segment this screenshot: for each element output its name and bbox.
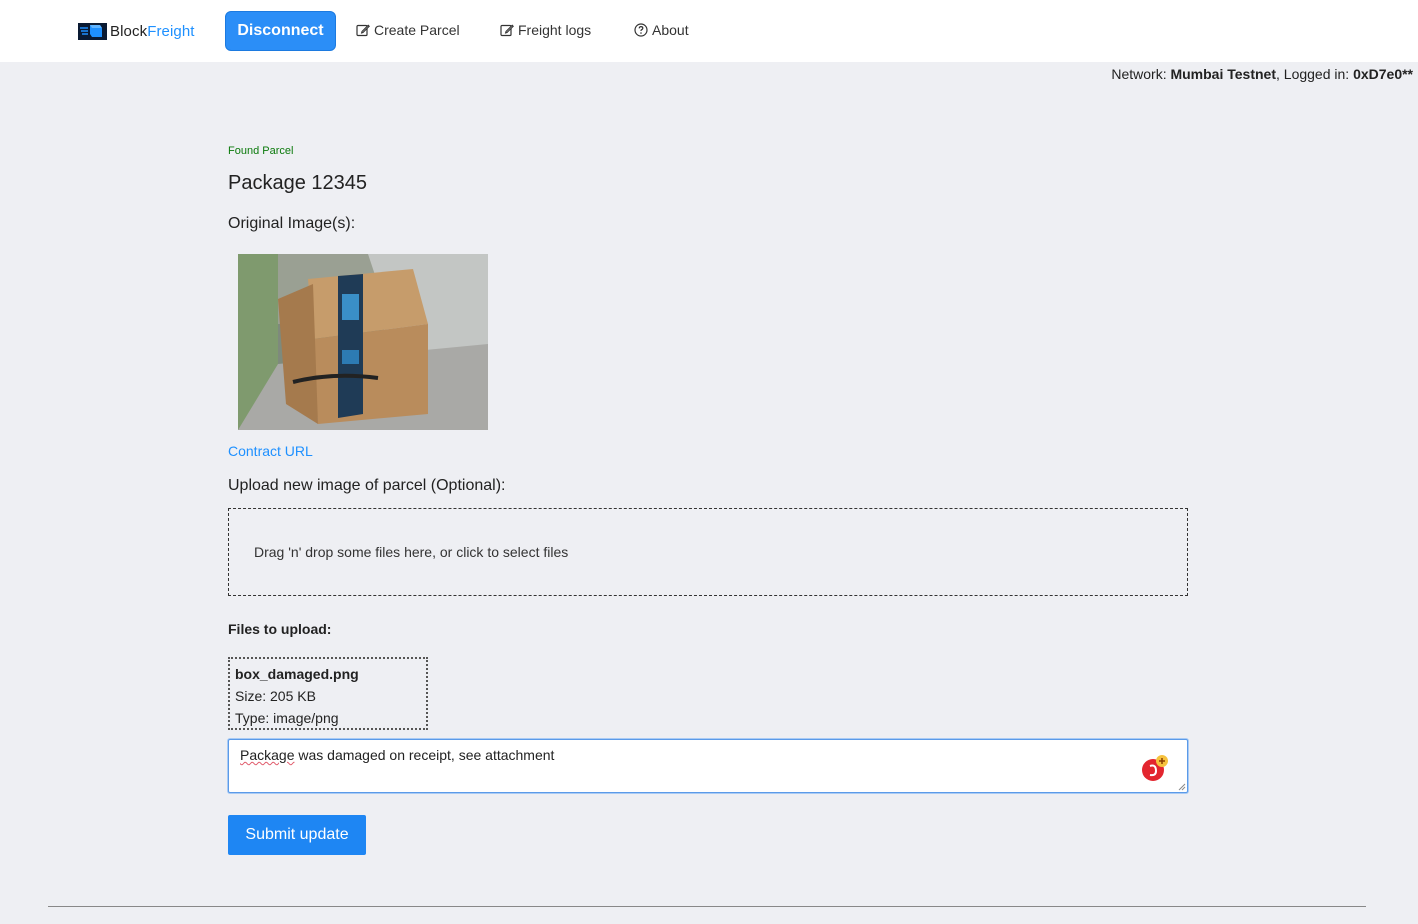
logged-in-label: , Logged in: <box>1276 66 1354 82</box>
edit-icon <box>356 24 370 37</box>
submit-update-button[interactable]: Submit update <box>228 815 366 855</box>
network-label: Network: <box>1111 66 1171 82</box>
writing-assistant-icon[interactable] <box>1141 754 1169 782</box>
top-navbar: Block Freight Disconnect Create Parcel Fr… <box>0 0 1418 62</box>
nav-create-parcel[interactable]: Create Parcel <box>356 22 460 38</box>
network-status: Network: Mumbai Testnet, Logged in: 0xD7… <box>1111 66 1413 82</box>
edit-icon <box>500 24 514 37</box>
blockfreight-logo-icon <box>78 23 107 40</box>
brand-name-part1: Block <box>110 22 148 40</box>
note-text-misspelled-word: Package <box>240 747 295 763</box>
file-dropzone[interactable]: Drag 'n' drop some files here, or click … <box>228 508 1188 596</box>
nav-freight-logs-label: Freight logs <box>518 22 592 38</box>
upload-image-label: Upload new image of parcel (Optional): <box>228 477 506 494</box>
nav-about[interactable]: About <box>634 22 689 38</box>
page-title: Package 12345 <box>228 172 368 194</box>
network-value: Mumbai Testnet <box>1170 66 1276 82</box>
files-to-upload-label: Files to upload: <box>228 621 332 637</box>
brand-name-part2: Freight <box>147 22 195 40</box>
found-parcel-label: Found Parcel <box>228 145 294 157</box>
file-card: box_damaged.png Size: 205 KB Type: image… <box>228 657 428 730</box>
disconnect-button[interactable]: Disconnect <box>225 11 336 51</box>
original-images-label: Original Image(s): <box>228 215 356 232</box>
nav-freight-logs[interactable]: Freight logs <box>500 22 591 38</box>
brand-logo[interactable]: Block Freight <box>78 21 195 41</box>
footer-divider <box>48 906 1366 907</box>
resize-grip-icon[interactable] <box>1178 783 1186 791</box>
file-size: Size: 205 KB <box>235 688 316 704</box>
parcel-photo[interactable] <box>238 254 488 430</box>
question-circle-icon <box>634 23 648 37</box>
file-name: box_damaged.png <box>235 666 359 682</box>
file-type: Type: image/png <box>235 710 339 726</box>
nav-about-label: About <box>652 22 689 38</box>
update-note-textarea[interactable]: Package was damaged on receipt, see atta… <box>228 739 1188 793</box>
dropzone-text: Drag 'n' drop some files here, or click … <box>254 544 569 560</box>
contract-url-link[interactable]: Contract URL <box>228 443 313 459</box>
logged-in-address: 0xD7e0** <box>1353 66 1413 82</box>
nav-create-parcel-label: Create Parcel <box>374 22 460 38</box>
note-text-rest: was damaged on receipt, see attachment <box>294 747 555 763</box>
note-text: Package was damaged on receipt, see atta… <box>240 747 554 763</box>
